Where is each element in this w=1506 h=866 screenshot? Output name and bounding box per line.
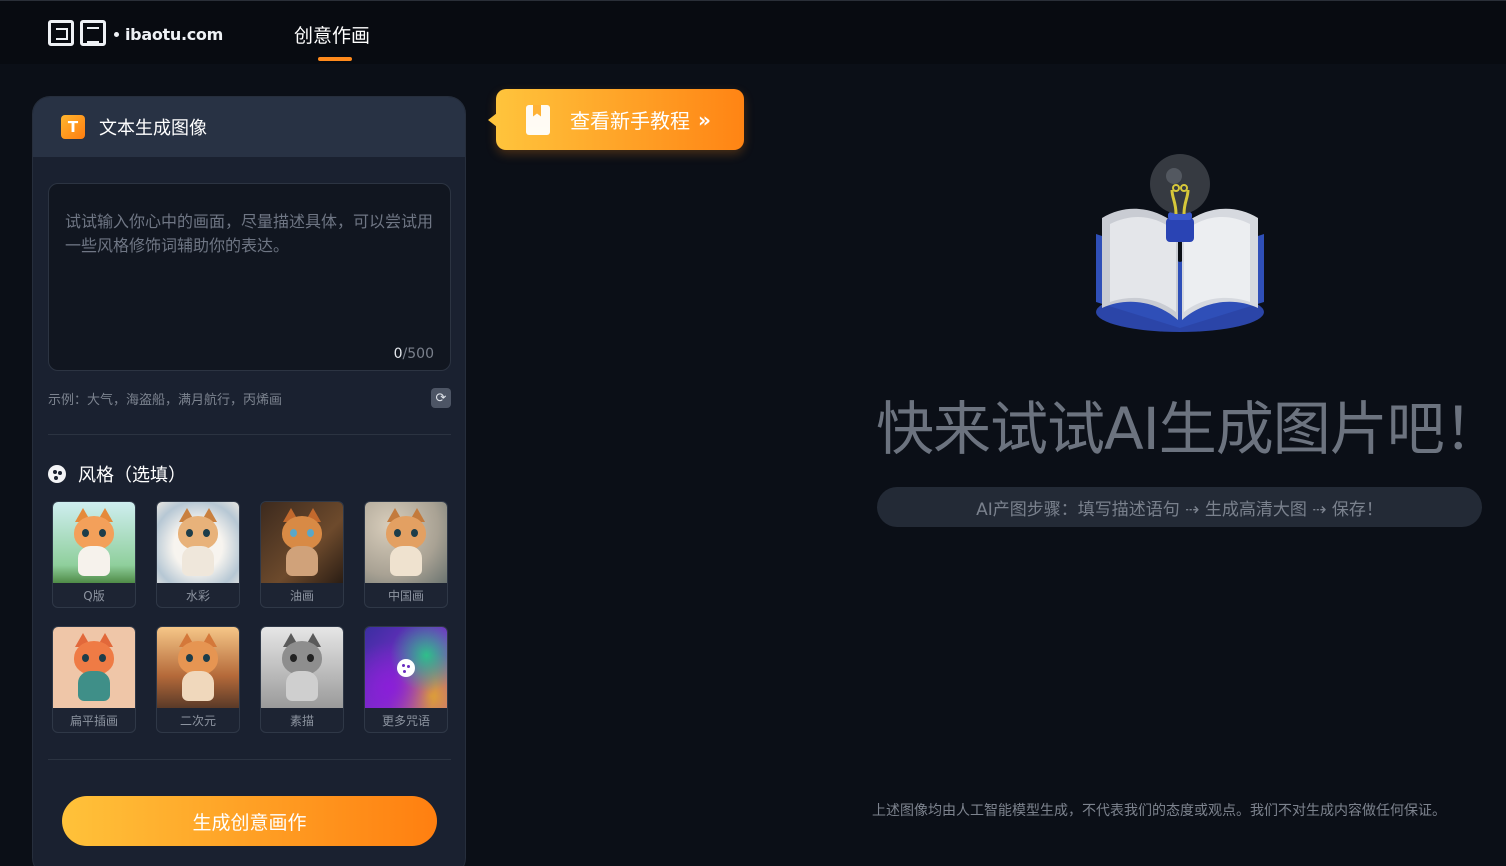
bookmark-icon: [526, 104, 550, 135]
top-navigation-bar: ibaotu.com 创意作画: [0, 0, 1506, 64]
divider: [48, 434, 451, 435]
style-option-chinese[interactable]: 中国画: [364, 501, 448, 608]
site-logo[interactable]: ibaotu.com: [48, 20, 223, 48]
style-thumbnail: [261, 502, 343, 583]
panel-title: 文本生成图像: [99, 118, 207, 139]
steps-banner: AI产图步骤：填写描述语句 ⇢ 生成高清大图 ⇢ 保存！: [877, 487, 1482, 527]
tutorial-button[interactable]: 查看新手教程 »: [488, 89, 744, 150]
logo-domain: ibaotu.com: [125, 24, 223, 44]
style-thumbnail: [365, 627, 447, 708]
style-label: 水彩: [185, 588, 210, 603]
generate-button[interactable]: 生成创意画作: [62, 796, 437, 846]
palette-icon: [48, 465, 66, 483]
logo-mark: [48, 20, 110, 48]
disclaimer-text: 上述图像均由人工智能模型生成，不代表我们的态度或观点。我们不对生成内容做任何保证…: [872, 803, 1446, 819]
refresh-icon[interactable]: ⟳: [431, 388, 451, 408]
double-chevron-icon: »: [698, 107, 711, 132]
style-label: 扁平插画: [69, 713, 118, 728]
prompt-input[interactable]: 试试输入你心中的画面，尽量描述具体，可以尝试用一些风格修饰词辅助你的表达。 0/…: [48, 183, 451, 371]
divider: [48, 759, 451, 760]
active-tab-indicator: [318, 57, 352, 61]
style-section-header: 风格（选填）: [48, 461, 186, 487]
book-lightbulb-illustration: [1096, 154, 1264, 332]
style-label: 素描: [289, 713, 314, 728]
style-label: 更多咒语: [381, 713, 430, 728]
tab-creative-drawing[interactable]: 创意作画: [294, 21, 370, 48]
panel-header: T 文本生成图像: [33, 97, 465, 157]
empty-state-title: 快来试试AI生成图片吧！: [876, 395, 1502, 463]
example-prompt[interactable]: 示例：大气，海盗船，满月航行，丙烯画: [48, 389, 282, 408]
style-label: 油画: [289, 588, 314, 603]
style-thumbnail: [53, 627, 135, 708]
style-option-watercolor[interactable]: 水彩: [156, 501, 240, 608]
style-option-q[interactable]: Q版: [52, 501, 136, 608]
style-thumbnail: [365, 502, 447, 583]
character-counter: 0/500: [393, 346, 434, 362]
t-icon: T: [61, 115, 85, 139]
style-section-title: 风格（选填）: [78, 465, 186, 486]
style-thumbnail: [157, 627, 239, 708]
style-option-sketch[interactable]: 素描: [260, 626, 344, 733]
text-to-image-panel: T 文本生成图像 试试输入你心中的画面，尽量描述具体，可以尝试用一些风格修饰词辅…: [32, 96, 466, 866]
prompt-placeholder: 试试输入你心中的画面，尽量描述具体，可以尝试用一些风格修饰词辅助你的表达。: [65, 212, 434, 255]
style-option-anime[interactable]: 二次元: [156, 626, 240, 733]
style-label: 中国画: [387, 588, 424, 603]
tutorial-label: 查看新手教程: [570, 109, 690, 133]
style-option-flat[interactable]: 扁平插画: [52, 626, 136, 733]
style-grid: Q版 水彩 油画 中国画 扁平插画 二次元 素描 更多咒语: [52, 501, 448, 733]
style-option-more[interactable]: 更多咒语: [364, 626, 448, 733]
style-option-oil[interactable]: 油画: [260, 501, 344, 608]
style-label: Q版: [83, 588, 105, 603]
style-thumbnail: [53, 502, 135, 583]
style-thumbnail: [261, 627, 343, 708]
style-thumbnail: [157, 502, 239, 583]
style-label: 二次元: [179, 713, 216, 728]
palette-icon: [397, 658, 415, 677]
